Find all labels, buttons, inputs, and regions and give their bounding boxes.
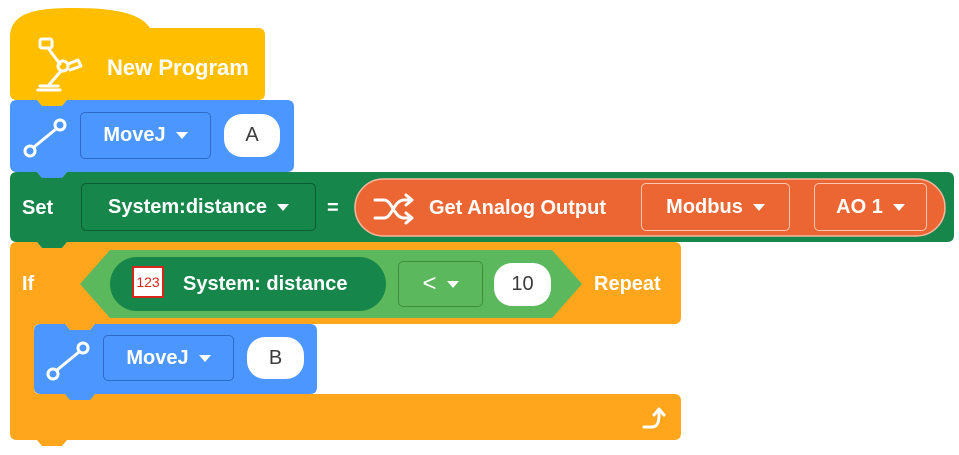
ao-port-dropdown[interactable]: AO 1 — [814, 183, 927, 231]
movej-a-target-input[interactable]: A — [224, 114, 280, 157]
movej-a-command-dropdown[interactable]: MoveJ — [80, 112, 211, 159]
set-variable-dropdown[interactable]: System:distance — [81, 183, 316, 231]
chevron-down-icon — [752, 203, 765, 211]
number-variable-badge: 123 — [132, 266, 164, 298]
movej-b-command-dropdown[interactable]: MoveJ — [103, 335, 234, 381]
path-line-icon — [23, 118, 67, 158]
analog-reporter-label: Get Analog Output — [429, 197, 607, 219]
set-variable-label: System:distance — [108, 195, 267, 218]
repeat-label: Repeat — [594, 273, 661, 295]
loop-arrow-icon — [642, 407, 666, 429]
chevron-down-icon — [276, 203, 289, 211]
chevron-down-icon — [892, 203, 905, 211]
condition-variable-label: System: distance — [183, 273, 348, 295]
if-keyword: If — [22, 273, 35, 295]
equals-sign: = — [327, 197, 339, 219]
ao-port-label: AO 1 — [836, 195, 883, 218]
chevron-down-icon — [446, 280, 459, 288]
modbus-source-dropdown[interactable]: Modbus — [641, 183, 790, 231]
movej-b-target-input[interactable]: B — [247, 337, 304, 379]
comparison-operator-label: < — [422, 270, 437, 297]
set-keyword: Set — [22, 197, 54, 219]
chevron-down-icon — [198, 354, 211, 362]
comparison-value-input[interactable]: 10 — [494, 263, 551, 306]
movej-b-command-label: MoveJ — [126, 346, 189, 369]
robot-arm-icon — [36, 37, 83, 92]
chevron-down-icon — [175, 132, 188, 139]
modbus-source-label: Modbus — [666, 195, 743, 218]
comparison-operator-dropdown[interactable]: < — [398, 261, 483, 307]
path-line-icon — [46, 341, 90, 381]
shuffle-icon — [373, 193, 414, 225]
hat-title: New Program — [107, 55, 249, 80]
movej-a-command-label: MoveJ — [103, 124, 166, 146]
